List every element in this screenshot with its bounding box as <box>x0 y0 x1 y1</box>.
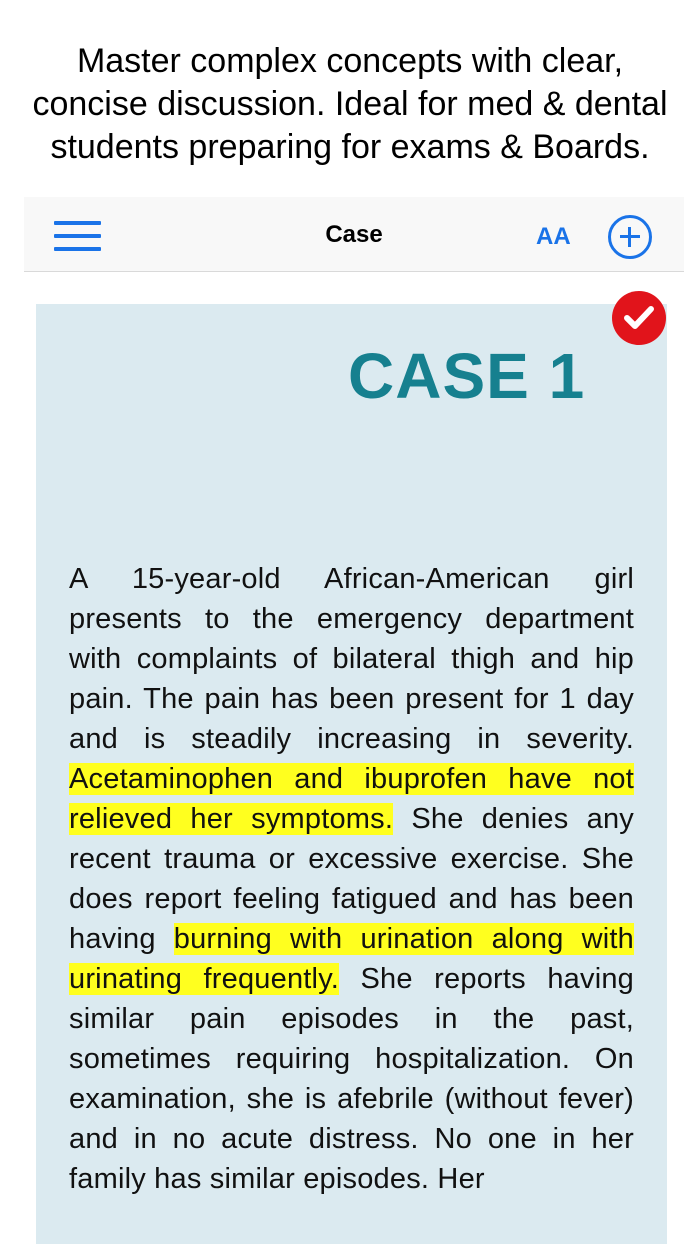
case-description: A 15-year-old African-American girl pres… <box>69 559 634 1199</box>
navigation-bar: Case AA <box>24 197 684 272</box>
promo-line-2: concise discussion. Ideal for med & dent… <box>32 85 668 123</box>
promo-line-1: Master complex concepts with clear, <box>76 42 624 80</box>
text-size-button[interactable]: AA <box>536 223 571 251</box>
checkmark-icon[interactable] <box>612 291 666 345</box>
promo-line-3: students preparing for exams & Boards. <box>50 128 650 166</box>
app-screen: Case AA CASE 1 A 15-year-old African-Ame… <box>24 197 684 1244</box>
hamburger-menu-icon[interactable] <box>54 221 101 251</box>
case-text-segment: She reports having similar pain episodes… <box>69 963 634 1195</box>
page-title: Case <box>325 221 383 248</box>
case-text-segment: A 15-year-old African-American girl pres… <box>69 563 634 755</box>
case-heading: CASE 1 <box>348 340 586 412</box>
plus-circle-icon[interactable] <box>608 215 652 259</box>
promo-caption: Master complex concepts with clear, conc… <box>0 40 700 169</box>
